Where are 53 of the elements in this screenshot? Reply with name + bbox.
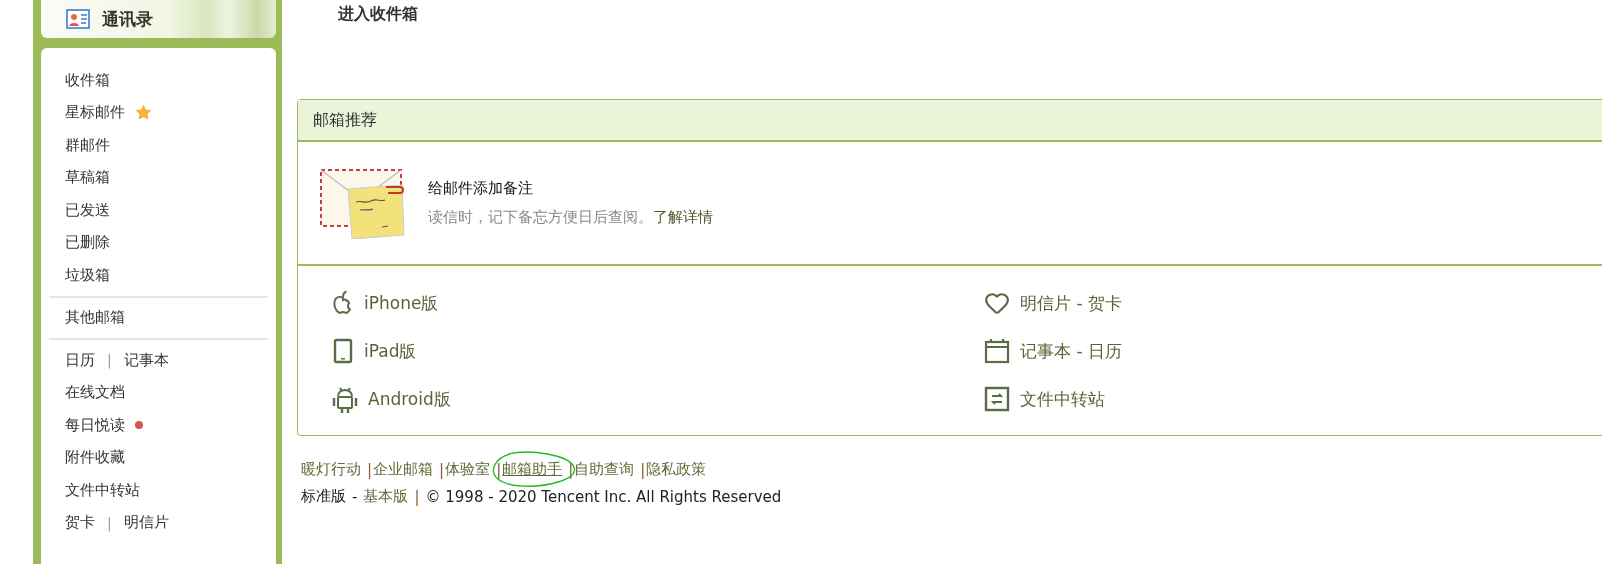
footer-link[interactable]: 暖灯行动 bbox=[301, 460, 361, 479]
footer-link[interactable]: 体验室 bbox=[445, 460, 491, 479]
sidebar-item[interactable]: 日历 bbox=[65, 350, 95, 370]
edition-label: 标准版 bbox=[301, 487, 346, 506]
sidebar-item[interactable]: 已删除 bbox=[65, 233, 110, 253]
footer-link[interactable]: 企业邮箱 bbox=[373, 460, 434, 479]
sidebar-item[interactable]: 附件收藏 bbox=[65, 448, 125, 468]
app-link[interactable]: iPhone版 bbox=[332, 279, 984, 327]
sidebar-item[interactable]: 文件中转站 bbox=[65, 480, 140, 500]
transfer-icon bbox=[984, 386, 1010, 412]
sidebar-item[interactable]: 其他邮箱 bbox=[65, 308, 125, 328]
app-link[interactable]: 明信片 - 贺卡 bbox=[984, 279, 1602, 327]
star-icon bbox=[135, 104, 152, 122]
sidebar-item[interactable]: 群邮件 bbox=[65, 135, 110, 155]
app-link[interactable]: 记事本 - 日历 bbox=[984, 327, 1602, 375]
copyright-text: © 1998 - 2020 Tencent Inc. All Rights Reserved bbox=[425, 487, 782, 506]
heart-icon bbox=[984, 290, 1010, 316]
sidebar-item[interactable]: 星标邮件 bbox=[65, 103, 125, 123]
feature-description: 读信时，记下备忘方便日后查阅。了解详情 bbox=[428, 208, 713, 227]
app-link[interactable]: iPad版 bbox=[332, 327, 984, 375]
sidebar-item[interactable]: 明信片 bbox=[123, 513, 169, 533]
sidebar-item[interactable]: 在线文档 bbox=[65, 383, 125, 403]
sidebar-item[interactable]: 草稿箱 bbox=[65, 168, 110, 188]
contacts-link[interactable]: 通讯录 bbox=[102, 7, 153, 31]
app-link[interactable]: Android版 bbox=[332, 375, 984, 423]
separator: | bbox=[367, 460, 373, 479]
footer-link[interactable]: 自助查询 bbox=[574, 460, 635, 479]
sidebar-item[interactable]: 贺卡 bbox=[65, 513, 95, 533]
tablet-icon bbox=[332, 338, 354, 364]
sidebar-item[interactable]: 记事本 bbox=[123, 350, 169, 370]
sidebar-item[interactable]: 每日悦读 bbox=[65, 415, 125, 435]
footer-link[interactable]: 邮箱助手 bbox=[502, 460, 563, 479]
separator: | bbox=[414, 487, 420, 506]
page-title[interactable]: 进入收件箱 bbox=[338, 4, 418, 23]
sidebar-item[interactable]: 垃圾箱 bbox=[65, 265, 110, 285]
separator: | bbox=[107, 352, 112, 369]
separator: | bbox=[107, 514, 112, 531]
panel-title: 邮箱推荐 bbox=[313, 109, 377, 131]
feature-title: 给邮件添加备注 bbox=[428, 179, 534, 198]
basic-version-link[interactable]: 基本版 bbox=[363, 487, 409, 506]
contact-card-icon bbox=[66, 9, 90, 29]
sidebar-item[interactable]: 已发送 bbox=[65, 200, 110, 220]
envelope-note-icon bbox=[320, 167, 406, 239]
app-link[interactable]: 文件中转站 bbox=[984, 375, 1602, 423]
separator: | bbox=[640, 460, 646, 479]
sidebar-item[interactable]: 收件箱 bbox=[65, 70, 110, 90]
apple-icon bbox=[332, 290, 354, 316]
separator: | bbox=[439, 460, 445, 479]
learn-more-link[interactable]: 了解详情 bbox=[653, 208, 713, 226]
calendar-icon bbox=[984, 338, 1010, 364]
separator: | bbox=[496, 460, 502, 479]
footer-link[interactable]: 隐私政策 bbox=[646, 460, 707, 479]
dash: - bbox=[352, 487, 358, 506]
